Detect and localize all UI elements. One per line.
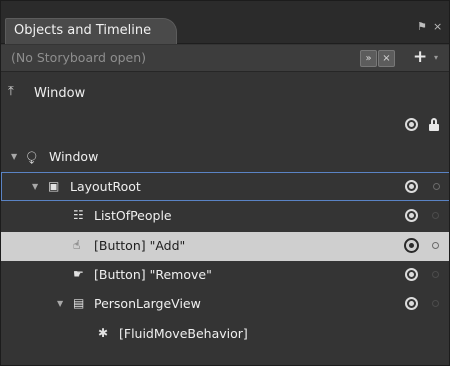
- tree-row-layoutroot[interactable]: ▼ ▣ LayoutRoot: [1, 172, 449, 201]
- new-storyboard-icon[interactable]: +: [413, 47, 427, 67]
- tree-row-label: [Button] "Remove": [94, 267, 212, 282]
- pin-icon[interactable]: ⚑: [417, 20, 427, 33]
- tree-row-personlargeview[interactable]: ▼ ▤ PersonLargeView: [1, 290, 449, 319]
- tree-row-label: Window: [49, 149, 99, 164]
- visibility-eye-icon[interactable]: [405, 297, 418, 310]
- lock-toggle-icon[interactable]: [432, 212, 439, 219]
- expander-icon[interactable]: ▼: [11, 152, 17, 161]
- tree-row-listofpeople[interactable]: ☷ ListOfPeople: [1, 202, 449, 231]
- tree-row-label: PersonLargeView: [94, 296, 201, 311]
- tree-row-label: LayoutRoot: [70, 179, 141, 194]
- lock-toggle-icon[interactable]: [433, 183, 440, 190]
- visibility-eye-icon[interactable]: [405, 209, 418, 222]
- scope-label: Window: [34, 86, 86, 101]
- tree-row-label: ListOfPeople: [94, 208, 172, 223]
- close-storyboard-icon[interactable]: ×: [378, 50, 395, 67]
- lock-toggle-icon[interactable]: [432, 271, 439, 278]
- button-element-icon: ☝: [73, 238, 81, 252]
- scope-up-icon[interactable]: ⤒: [8, 84, 14, 99]
- behavior-gear-icon: ✱: [98, 326, 109, 340]
- lock-toggle-icon[interactable]: [432, 242, 439, 249]
- storyboard-bar: (No Storyboard open) » × + ▾: [1, 45, 449, 72]
- tab-objects-and-timeline[interactable]: Objects and Timeline: [5, 18, 177, 44]
- tree-row-label: [Button] "Add": [94, 238, 186, 253]
- storyboard-options-icon[interactable]: ▾: [434, 53, 438, 62]
- lock-toggle-icon[interactable]: [432, 300, 439, 307]
- expand-storyboard-icon[interactable]: »: [360, 50, 377, 67]
- tree-row-button-remove[interactable]: ☛ [Button] "Remove": [1, 261, 449, 290]
- visibility-eye-icon[interactable]: [405, 268, 418, 281]
- expander-icon[interactable]: ▼: [57, 299, 63, 308]
- grid-element-icon: ▣: [48, 179, 60, 193]
- window-element-icon: ⧬: [27, 149, 37, 163]
- tree-row-button-add[interactable]: ☝ [Button] "Add": [1, 232, 449, 261]
- button-element-icon: ☛: [73, 267, 84, 281]
- lock-all-icon[interactable]: [429, 118, 439, 131]
- expander-icon[interactable]: ▼: [32, 182, 38, 191]
- tree-row-fluidmovebehavior[interactable]: ✱ [FluidMoveBehavior]: [1, 320, 449, 349]
- scope-header[interactable]: ⤒ Window: [1, 81, 449, 109]
- panel-tab-bar: Objects and Timeline ⚑ ×: [1, 1, 449, 44]
- tree-row-window[interactable]: ▼ ⧬ Window: [1, 143, 449, 172]
- show-all-eye-icon[interactable]: [405, 118, 418, 131]
- listbox-element-icon: ☷: [73, 208, 84, 222]
- tree-header-tools: [1, 111, 449, 135]
- storyboard-picker[interactable]: (No Storyboard open): [11, 50, 146, 65]
- tree-row-label: [FluidMoveBehavior]: [119, 326, 248, 341]
- visibility-eye-icon[interactable]: [405, 180, 418, 193]
- objects-and-timeline-panel: Objects and Timeline ⚑ × (No Storyboard …: [0, 0, 450, 366]
- close-icon[interactable]: ×: [433, 20, 442, 33]
- usercontrol-element-icon: ▤: [73, 296, 85, 310]
- visibility-eye-icon[interactable]: [404, 238, 419, 253]
